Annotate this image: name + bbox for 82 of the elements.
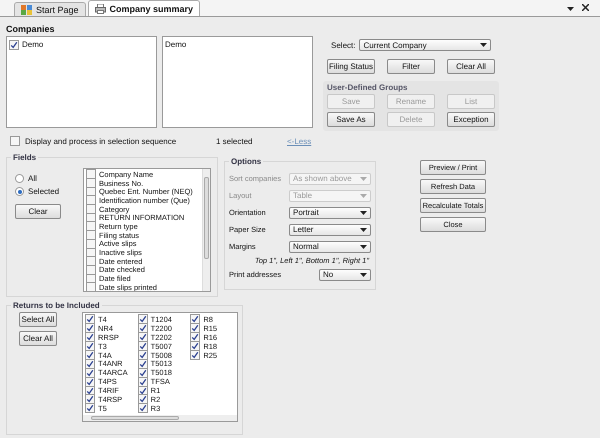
button[interactable]: Save As — [327, 112, 375, 127]
company-list[interactable]: Demo — [6, 36, 157, 128]
checkbox[interactable] — [138, 350, 148, 360]
caret-icon — [360, 228, 367, 232]
checkbox[interactable] — [86, 256, 96, 266]
checkbox[interactable] — [190, 341, 200, 352]
dropdown[interactable]: Normal — [289, 240, 371, 252]
radio-label: All — [28, 174, 37, 183]
checkbox[interactable] — [86, 282, 96, 291]
checkbox[interactable] — [85, 323, 95, 334]
group-title: User-Defined Groups — [327, 83, 408, 92]
checkbox[interactable] — [86, 169, 96, 180]
dropdown[interactable]: Current Company — [359, 39, 492, 51]
checkbox-label: Display and process in selection sequence — [25, 136, 176, 146]
section-title: Companies — [6, 24, 56, 34]
checkbox[interactable] — [138, 341, 148, 352]
list-item[interactable]: Demo — [165, 39, 310, 50]
button[interactable]: Clear All — [19, 331, 57, 346]
select-label: Select: — [331, 40, 356, 50]
radio-button[interactable] — [15, 187, 24, 196]
page-icon — [21, 4, 32, 14]
checkbox[interactable] — [138, 358, 148, 369]
checkbox[interactable] — [190, 314, 200, 324]
clear-button[interactable]: Clear — [15, 204, 61, 219]
field-list[interactable] — [83, 168, 211, 292]
radio-label: Selected — [28, 187, 60, 196]
checkbox[interactable] — [138, 403, 148, 414]
checkbox[interactable] — [190, 332, 200, 342]
checkbox[interactable] — [138, 314, 148, 324]
checkbox[interactable] — [86, 221, 96, 232]
group-title: Returns to be Included — [11, 301, 102, 310]
tab[interactable]: Start Page — [14, 2, 86, 16]
button[interactable]: Filter — [387, 59, 435, 74]
checkbox[interactable] — [190, 350, 200, 360]
checkbox[interactable] — [138, 394, 148, 404]
caret-icon — [360, 194, 367, 198]
checkbox[interactable] — [85, 341, 95, 352]
checkbox[interactable] — [86, 230, 96, 240]
caret-icon — [360, 210, 367, 214]
checkbox[interactable] — [86, 178, 96, 188]
button[interactable]: Filing Status — [327, 59, 375, 74]
checkbox[interactable] — [86, 204, 96, 214]
group-title: Fields — [11, 153, 38, 162]
dropdown[interactable]: Portrait — [289, 206, 371, 218]
checkbox[interactable] — [85, 376, 95, 387]
checkbox[interactable] — [138, 368, 148, 378]
selected-count: 1 selected — [216, 136, 254, 146]
close-icon[interactable] — [582, 4, 589, 11]
dropdown[interactable]: Letter — [289, 224, 371, 236]
caret-icon — [360, 176, 367, 180]
checkbox[interactable] — [86, 195, 96, 206]
caret-icon — [360, 272, 367, 276]
checkbox[interactable] — [85, 332, 95, 342]
selected-company-list[interactable]: Demo — [162, 36, 313, 128]
checkbox[interactable] — [85, 314, 95, 324]
group-title: Options — [229, 157, 264, 166]
caret-icon — [360, 244, 367, 248]
checkbox[interactable] — [85, 394, 95, 404]
checkbox[interactable] — [138, 376, 148, 387]
checkbox[interactable] — [190, 323, 200, 334]
button[interactable]: Select All — [19, 312, 57, 327]
scrollbar[interactable] — [83, 414, 237, 421]
checkbox[interactable] — [85, 368, 95, 378]
scrollbar[interactable] — [202, 169, 210, 291]
checkbox[interactable] — [10, 136, 20, 146]
checkbox[interactable] — [85, 350, 95, 360]
checkbox[interactable] — [138, 323, 148, 334]
checkbox[interactable] — [9, 40, 19, 50]
tab[interactable]: Company summary — [88, 0, 200, 16]
dropdown[interactable]: No — [319, 268, 371, 280]
button[interactable]: Clear All — [447, 59, 495, 74]
checkbox[interactable] — [85, 403, 95, 414]
caret-icon — [480, 43, 488, 47]
checkbox[interactable] — [86, 264, 96, 275]
checkbox[interactable] — [86, 238, 96, 249]
checkbox[interactable] — [138, 332, 148, 342]
radio-button[interactable] — [15, 174, 24, 183]
list-item[interactable]: Demo — [22, 40, 44, 49]
checkbox[interactable] — [85, 358, 95, 369]
printer-icon — [94, 4, 106, 14]
dropdown-icon[interactable] — [567, 7, 574, 11]
button[interactable]: Exception — [447, 112, 495, 127]
